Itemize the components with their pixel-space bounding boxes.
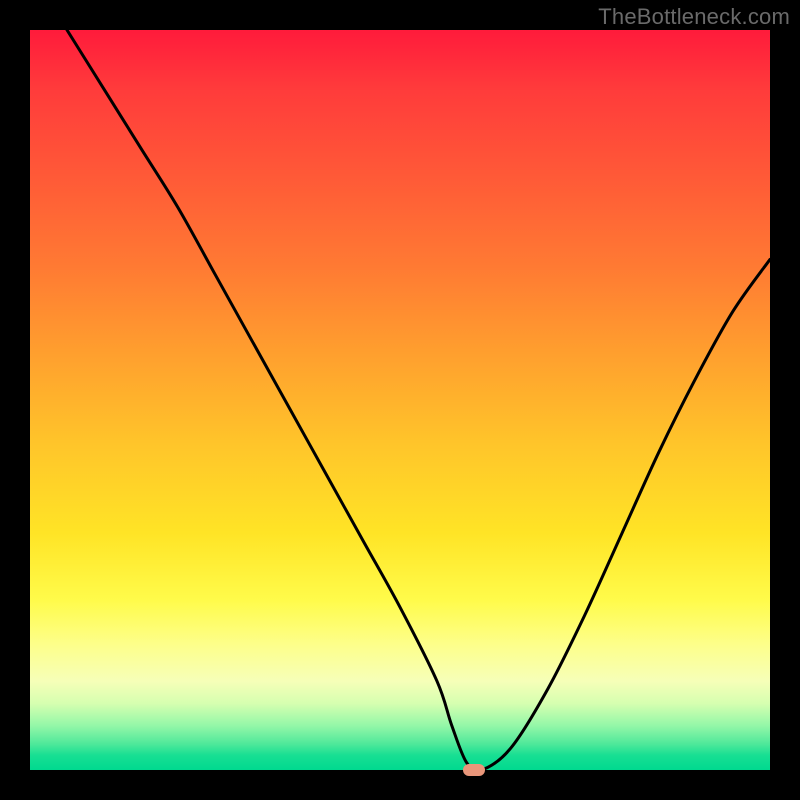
- plot-area: [30, 30, 770, 770]
- curve-svg: [30, 30, 770, 770]
- chart-container: TheBottleneck.com: [0, 0, 800, 800]
- bottleneck-curve: [67, 30, 770, 770]
- watermark-text: TheBottleneck.com: [598, 4, 790, 30]
- optimal-marker: [463, 764, 485, 776]
